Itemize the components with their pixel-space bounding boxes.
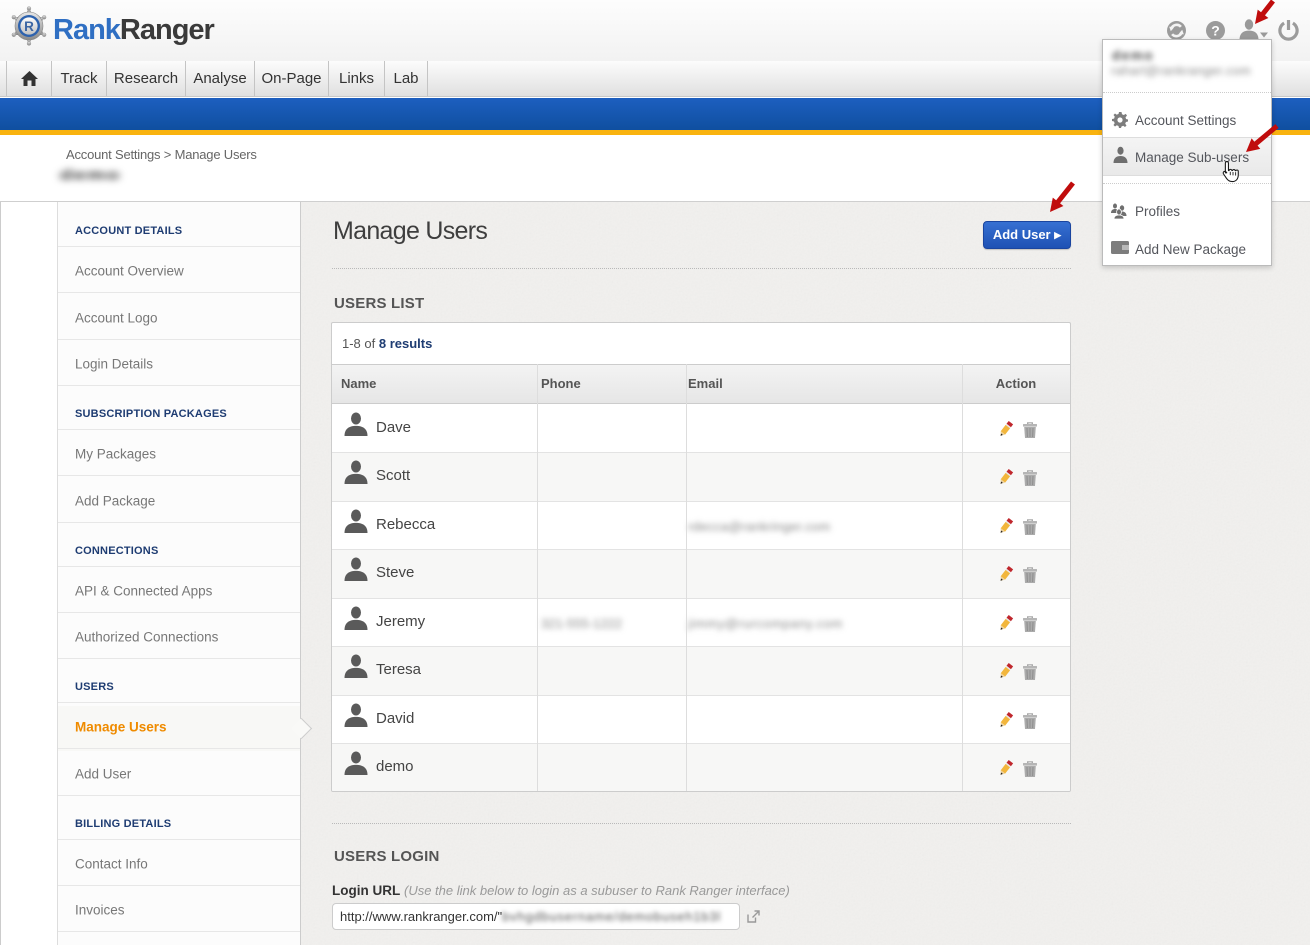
svg-text:?: ? — [1211, 23, 1220, 39]
svg-text:R: R — [24, 19, 34, 34]
